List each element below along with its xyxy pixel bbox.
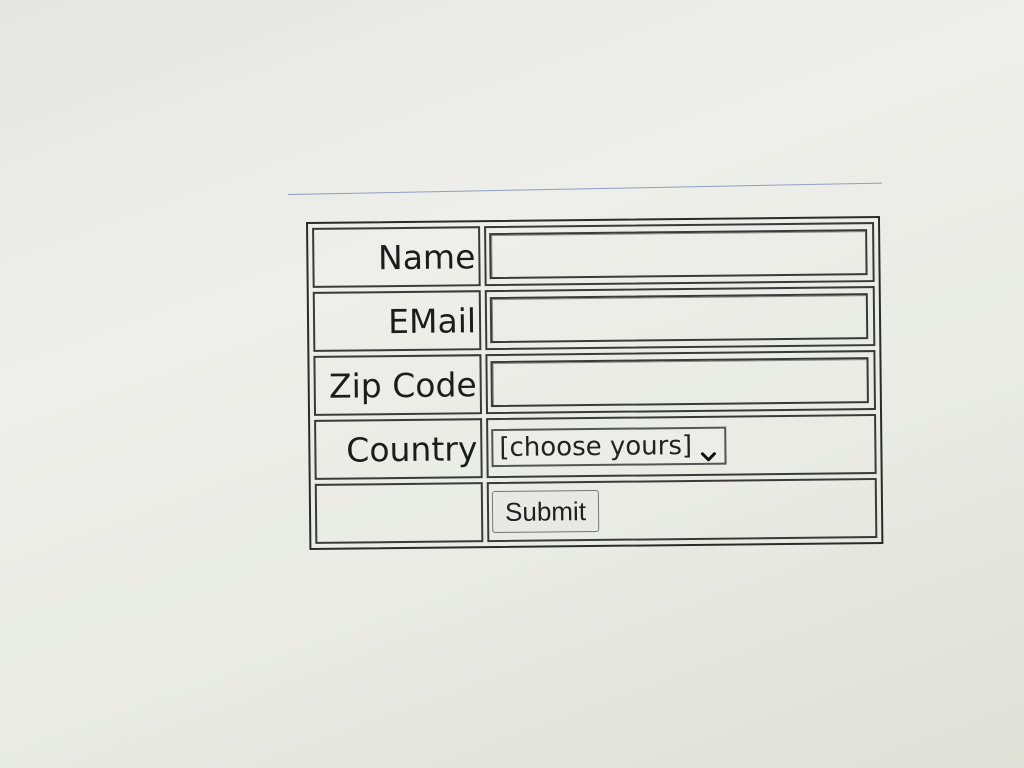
submit-row: Submit (314, 478, 878, 544)
zip-code-input[interactable] (490, 357, 869, 408)
email-input[interactable] (489, 293, 869, 344)
submit-cell: Submit (486, 478, 878, 543)
email-field-cell (484, 286, 876, 351)
zip-field-cell (485, 350, 877, 415)
email-label: EMail (312, 290, 482, 352)
page-background: { "form": { "name_label": "Name", "name_… (0, 0, 1024, 768)
name-label: Name (312, 226, 481, 288)
name-field-cell (484, 222, 875, 287)
country-select[interactable]: [choose yours] (491, 426, 727, 468)
country-selected-value: [choose yours] (499, 430, 693, 463)
country-row: Country [choose yours] (314, 414, 877, 480)
horizontal-rule (288, 182, 882, 195)
chevron-down-icon (700, 440, 716, 462)
signup-form: Name EMail Zip Code Country [choose your… (306, 215, 884, 550)
zip-code-label: Zip Code (313, 354, 483, 416)
zip-row: Zip Code (313, 350, 877, 416)
empty-label-cell (314, 482, 484, 544)
country-label: Country (314, 418, 483, 480)
submit-button[interactable]: Submit (491, 489, 600, 534)
name-row: Name (312, 222, 875, 288)
name-input[interactable] (489, 229, 868, 280)
form-table: Name EMail Zip Code Country [choose your… (306, 215, 884, 550)
country-field-cell: [choose yours] (486, 414, 877, 479)
email-row: EMail (312, 286, 876, 352)
